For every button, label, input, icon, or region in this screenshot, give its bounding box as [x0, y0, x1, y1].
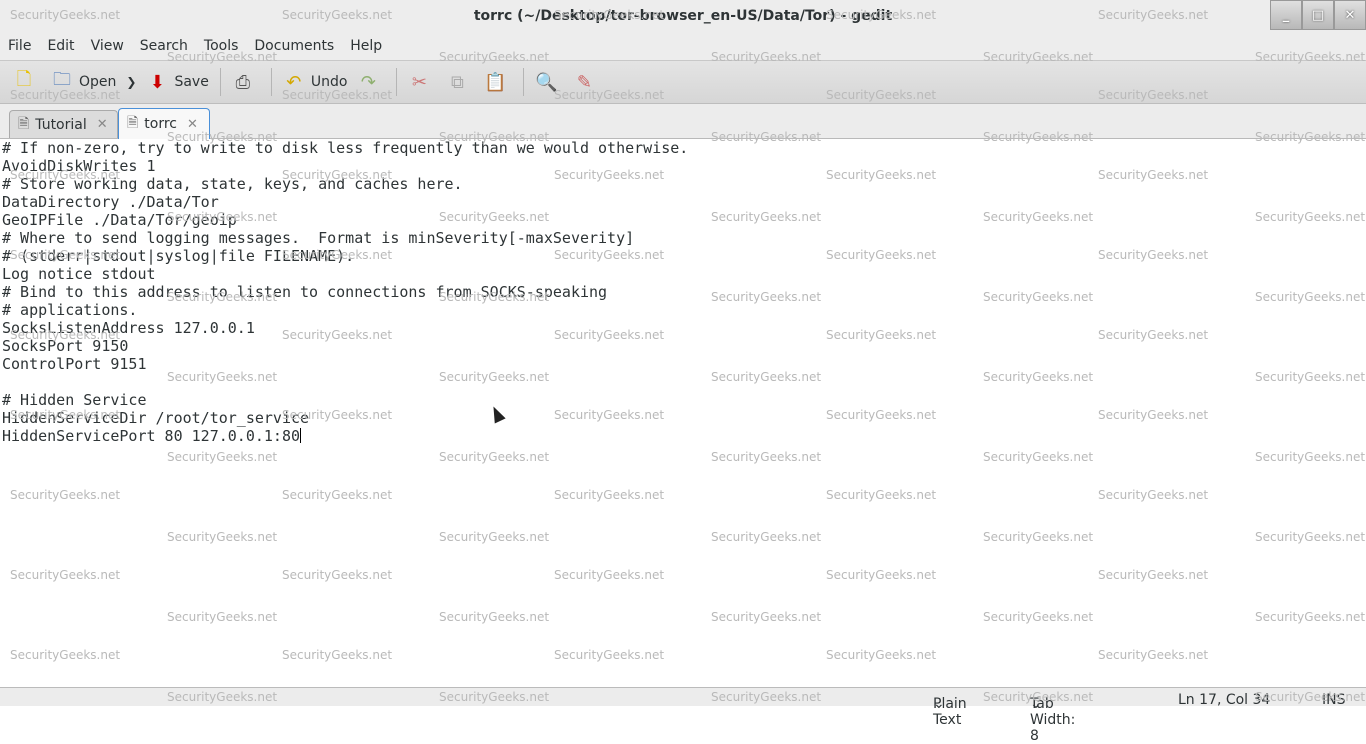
redo-icon: ↷: [360, 71, 376, 93]
save-label: Save: [174, 74, 209, 90]
separator: [396, 68, 398, 96]
menu-edit[interactable]: Edit: [39, 34, 82, 60]
separator: [270, 68, 272, 96]
open-label: Open: [79, 74, 117, 90]
new-button[interactable]: 🗋: [8, 64, 46, 100]
editor-line: DataDirectory ./Data/Tor: [2, 193, 219, 211]
copy-button[interactable]: ⧉: [441, 64, 479, 100]
editor-line: GeoIPFile ./Data/Tor/geoip: [2, 211, 237, 229]
cut-icon: ✂: [411, 71, 427, 93]
redo-button[interactable]: ↷: [352, 64, 390, 100]
text-caret: [300, 428, 302, 443]
separator: [523, 68, 525, 96]
save-icon: ⬇: [149, 71, 166, 93]
editor-line: # Bind to this address to listen to conn…: [2, 283, 608, 301]
undo-label: Undo: [310, 74, 348, 90]
undo-icon: ↶: [286, 71, 302, 93]
title-bar: torrc (~/Desktop/tor-browser_en-US/Data/…: [0, 0, 1366, 34]
cut-button[interactable]: ✂: [403, 64, 441, 100]
close-tab-icon[interactable]: ✕: [187, 117, 198, 132]
search-icon: 🔍: [535, 71, 558, 93]
editor-line: # Store working data, state, keys, and c…: [2, 175, 463, 193]
tab-label: Tutorial: [35, 116, 87, 133]
editor-line: Log notice stdout: [2, 265, 156, 283]
editor-line: SocksListenAddress 127.0.0.1: [2, 319, 255, 337]
editor-line: # (stderr|stdout|syslog|file FILENAME).: [2, 247, 355, 265]
status-bar: Plain Text ⌄ Tab Width: 8 ⌄ Ln 17, Col 3…: [0, 687, 1366, 744]
close-tab-icon[interactable]: ✕: [97, 117, 108, 132]
editor-line: # applications.: [2, 301, 138, 319]
menu-bar: File Edit View Search Tools Documents He…: [0, 34, 1366, 60]
replace-button[interactable]: ✎: [568, 64, 606, 100]
menu-search[interactable]: Search: [132, 34, 196, 60]
menu-tools[interactable]: Tools: [196, 34, 247, 60]
document-icon: 🗎: [18, 115, 30, 132]
editor-line: HiddenServicePort 80 127.0.0.1:80: [2, 427, 302, 445]
open-button[interactable]: 🗀 Open: [46, 64, 121, 100]
editor-line: # If non-zero, try to write to disk less…: [2, 139, 689, 157]
chevron-down-icon: ⌄: [1030, 696, 1042, 712]
paste-icon: 📋: [484, 71, 507, 93]
menu-documents[interactable]: Documents: [246, 34, 342, 60]
copy-icon: ⧉: [450, 71, 464, 93]
tab-torrc[interactable]: 🗎 torrc ✕: [118, 108, 210, 139]
chevron-down-icon: ⌄: [933, 696, 945, 712]
maximize-button[interactable]: □: [1302, 0, 1334, 30]
cursor-position: Ln 17, Col 34: [1178, 692, 1271, 708]
menu-help[interactable]: Help: [342, 34, 390, 60]
editor-line: HiddenServiceDir /root/tor_service: [2, 409, 310, 427]
print-button[interactable]: ⎙: [227, 64, 265, 100]
text-editor[interactable]: # If non-zero, try to write to disk less…: [2, 139, 1366, 687]
separator: [219, 68, 221, 96]
tab-tutorial[interactable]: 🗎 Tutorial ✕: [9, 110, 118, 138]
insert-mode: INS: [1322, 692, 1346, 708]
open-recent-dropdown[interactable]: ❯: [121, 64, 141, 100]
tab-bar: 🗎 Tutorial ✕ 🗎 torrc ✕: [0, 104, 1366, 139]
editor-line: ControlPort 9151: [2, 355, 147, 373]
editor-line: SocksPort 9150: [2, 337, 129, 355]
close-button[interactable]: ✕: [1334, 0, 1366, 30]
replace-icon: ✎: [576, 71, 592, 93]
new-document-icon: 🗋: [16, 69, 32, 90]
editor-line: AvoidDiskWrites 1: [2, 157, 156, 175]
paste-button[interactable]: 📋: [479, 64, 517, 100]
tab-label: torrc: [144, 116, 177, 132]
undo-button[interactable]: ↶ Undo: [278, 64, 353, 100]
editor-line: # Where to send logging messages. Format…: [2, 229, 635, 247]
chevron-down-icon: ❯: [126, 75, 137, 89]
minimize-button[interactable]: _: [1270, 0, 1302, 30]
menu-file[interactable]: File: [0, 34, 39, 60]
print-icon: ⎙: [235, 71, 251, 93]
document-icon: 🗎: [127, 115, 139, 131]
menu-view[interactable]: View: [83, 34, 132, 60]
editor-line: # Hidden Service: [2, 391, 147, 409]
find-button[interactable]: 🔍: [530, 64, 568, 100]
toolbar: 🗋 🗀 Open ❯ ⬇ Save ⎙ ↶ Undo ↷ ✂ ⧉ 📋 🔍 ✎: [0, 60, 1366, 104]
window-title: torrc (~/Desktop/tor-browser_en-US/Data/…: [473, 8, 893, 24]
open-folder-icon: 🗀: [53, 69, 71, 90]
save-button[interactable]: ⬇ Save: [141, 64, 213, 100]
